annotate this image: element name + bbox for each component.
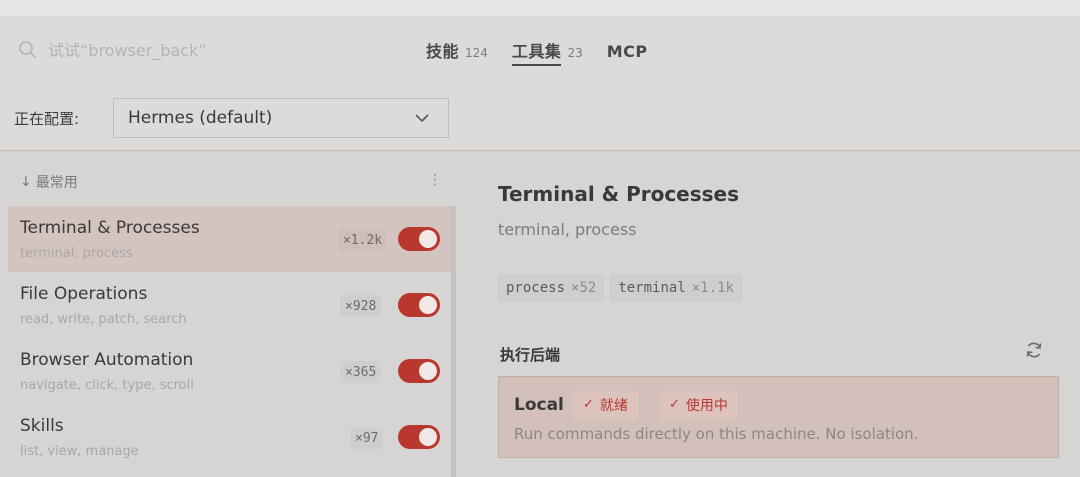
list-item-title: File Operations	[20, 284, 148, 304]
tool-chip-count: ×1.1k	[691, 280, 734, 296]
toggle-knob	[419, 230, 437, 248]
profile-select[interactable]: Hermes (default)	[113, 98, 449, 138]
toggle-switch[interactable]	[398, 425, 440, 449]
profile-select-value: Hermes (default)	[128, 108, 273, 128]
list-item-subtitle: navigate, click, type, scroll	[20, 378, 194, 393]
list-item-title: Terminal & Processes	[20, 218, 200, 238]
list-item-title: Browser Automation	[20, 350, 194, 370]
tool-chip-name: terminal	[618, 280, 686, 296]
list-item[interactable]: File Operations read, write, patch, sear…	[8, 272, 452, 338]
more-options-icon[interactable]: ⋮	[428, 172, 442, 188]
tab-count: 23	[567, 46, 583, 60]
search-icon	[19, 41, 37, 59]
header: 技能 124 工具集 23 MCP 正在配置: Hermes (default)	[0, 16, 1080, 151]
check-icon: ✓	[583, 397, 594, 412]
arrow-down-icon: ↓	[20, 174, 32, 190]
status-badge: ✓ 使用中	[659, 391, 738, 418]
toggle-switch[interactable]	[398, 227, 440, 251]
tab-label: 技能	[426, 42, 460, 61]
tab-label: MCP	[606, 42, 648, 61]
refresh-icon[interactable]	[1024, 340, 1044, 360]
config-label: 正在配置:	[14, 110, 80, 128]
search-bar[interactable]	[18, 38, 308, 62]
usage-count-badge: ×1.2k	[338, 229, 388, 251]
toggle-knob	[419, 296, 437, 314]
section-label: 最常用	[35, 175, 78, 191]
usage-count-badge: ×97	[350, 427, 384, 449]
tab-skills[interactable]: 技能 124	[426, 38, 488, 62]
tool-chip[interactable]: terminal ×1.1k	[610, 274, 742, 302]
tab-label: 工具集	[511, 38, 562, 66]
toggle-switch[interactable]	[398, 293, 440, 317]
usage-count-badge: ×365	[340, 361, 382, 383]
status-badge: ✓ 就绪	[573, 391, 638, 418]
backend-section-label: 执行后端	[500, 346, 561, 364]
toolset-list-panel: ↓ 最常用 ⋮ Terminal & Processes terminal, p…	[0, 152, 456, 477]
list-item[interactable]: Skills list, view, manage ×97	[8, 404, 452, 470]
tab-mcp[interactable]: MCP	[607, 42, 648, 61]
status-badge-label: 就绪	[599, 397, 628, 414]
check-icon: ✓	[669, 397, 680, 412]
list-item[interactable]: Browser Automation navigate, click, type…	[8, 338, 452, 404]
tool-chip[interactable]: process ×52	[498, 274, 605, 302]
list-item-subtitle: terminal, process	[20, 246, 133, 261]
usage-count-badge: ×928	[340, 295, 382, 317]
window-top-strip	[0, 0, 1080, 16]
backend-card-local[interactable]: Local ✓ 就绪 ✓ 使用中 Run commands directly o…	[498, 376, 1059, 458]
toggle-switch[interactable]	[398, 359, 440, 383]
list-item[interactable]: Terminal & Processes terminal, process ×…	[8, 206, 452, 272]
toggle-knob	[419, 362, 437, 380]
list-item-title: Skills	[20, 416, 64, 436]
detail-subtitle: terminal, process	[498, 220, 637, 239]
section-header[interactable]: ↓ 最常用	[20, 172, 78, 192]
tool-chip-list: process ×52 terminal ×1.1k	[498, 274, 748, 302]
detail-title: Terminal & Processes	[498, 182, 740, 206]
tab-bar: 技能 124 工具集 23 MCP	[426, 38, 672, 66]
detail-panel: Terminal & Processes terminal, process p…	[456, 152, 1080, 477]
search-input[interactable]	[48, 38, 308, 62]
tool-chip-name: process	[506, 280, 566, 296]
tab-toolsets[interactable]: 工具集 23	[511, 38, 583, 66]
list-item-subtitle: list, view, manage	[20, 444, 139, 459]
status-badge-label: 使用中	[685, 397, 728, 414]
backend-description: Run commands directly on this machine. N…	[514, 425, 919, 443]
toggle-knob	[419, 428, 437, 446]
backend-name: Local	[514, 395, 564, 415]
chevron-down-icon	[415, 114, 429, 123]
tool-chip-count: ×52	[571, 280, 597, 296]
tab-count: 124	[465, 46, 488, 60]
list-item-subtitle: read, write, patch, search	[20, 312, 187, 327]
